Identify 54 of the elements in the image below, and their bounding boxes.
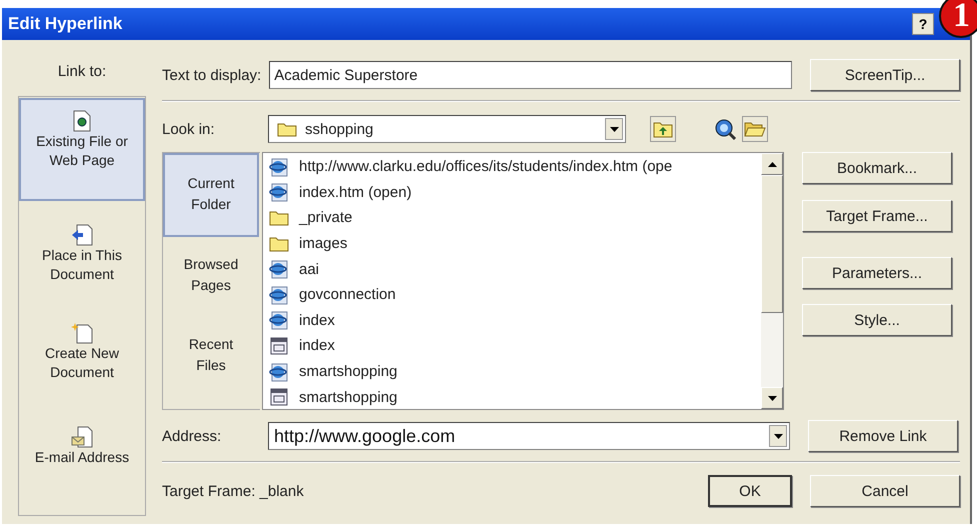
file-name[interactable]: aai	[299, 260, 320, 278]
window-title: Edit Hyperlink	[8, 14, 124, 34]
document-globe-icon	[72, 110, 92, 132]
web-page-icon	[269, 310, 289, 330]
address-label: Address:	[162, 428, 222, 444]
web-page-icon	[269, 284, 289, 305]
frame-page-icon	[269, 387, 289, 408]
annotation-badge: 1	[939, 0, 977, 38]
screentip-button[interactable]: ScreenTip...	[810, 59, 960, 91]
web-page-icon	[269, 182, 289, 202]
document-envelope-icon	[71, 426, 93, 448]
file-name[interactable]: index	[299, 337, 335, 354]
address-field[interactable]: http://www.google.com	[268, 422, 790, 450]
remove-link-button[interactable]: Remove Link	[808, 420, 958, 452]
text-to-display-field[interactable]: Academic Superstore	[269, 61, 792, 89]
link-to-label: Link to:	[58, 63, 106, 81]
file-name[interactable]: govconnection	[299, 286, 396, 304]
target-frame-button[interactable]: Target Frame...	[802, 200, 952, 232]
file-name[interactable]: smartshopping	[299, 363, 398, 380]
web-page-icon	[269, 362, 289, 382]
place-item[interactable]: E-mail Address	[19, 415, 145, 476]
place-item[interactable]: Place in This Document	[19, 213, 145, 293]
cancel-button[interactable]: Cancel	[810, 475, 960, 507]
file-name[interactable]: smartshopping	[299, 388, 398, 406]
file-name[interactable]: index.htm (open)	[299, 184, 412, 201]
scrollbar[interactable]	[761, 153, 783, 409]
document-arrow-icon	[71, 224, 93, 246]
help-button[interactable]: ?	[912, 13, 934, 35]
ok-button[interactable]: OK	[708, 475, 792, 507]
scroll-up-icon[interactable]	[768, 162, 776, 166]
browse-tab[interactable]: Browsed Pages	[163, 254, 259, 296]
style-button[interactable]: Style...	[802, 304, 952, 336]
bookmark-button[interactable]: Bookmark...	[802, 152, 952, 184]
file-name[interactable]: index	[299, 312, 335, 329]
frame-page-icon	[269, 336, 289, 356]
browse-tab[interactable]: Recent Files	[163, 334, 259, 376]
web-page-icon	[269, 156, 289, 177]
target-frame-text: Target Frame: _blank	[162, 482, 305, 500]
text-to-display-label: Text to display:	[162, 66, 262, 84]
place-item[interactable]: Existing File or Web Page	[19, 98, 145, 201]
open-folder-button[interactable]	[742, 116, 768, 142]
new-document-icon	[71, 322, 93, 344]
file-name[interactable]: http://www.clarku.edu/offices/its/students/index.htm (ope	[299, 158, 672, 176]
file-name[interactable]: images	[299, 235, 348, 252]
look-in-dropdown[interactable]: sshopping	[268, 115, 626, 143]
place-item[interactable]: Create New Document	[19, 311, 145, 391]
file-name[interactable]: _private	[299, 209, 352, 226]
scroll-down-icon[interactable]	[768, 396, 776, 400]
web-page-icon	[269, 259, 289, 280]
browse-tab[interactable]: Current Folder	[163, 153, 259, 237]
up-folder-button[interactable]	[650, 116, 676, 142]
look-in-label: Look in:	[162, 120, 216, 138]
parameters-button[interactable]: Parameters...	[802, 257, 952, 289]
folder-icon	[277, 121, 297, 137]
